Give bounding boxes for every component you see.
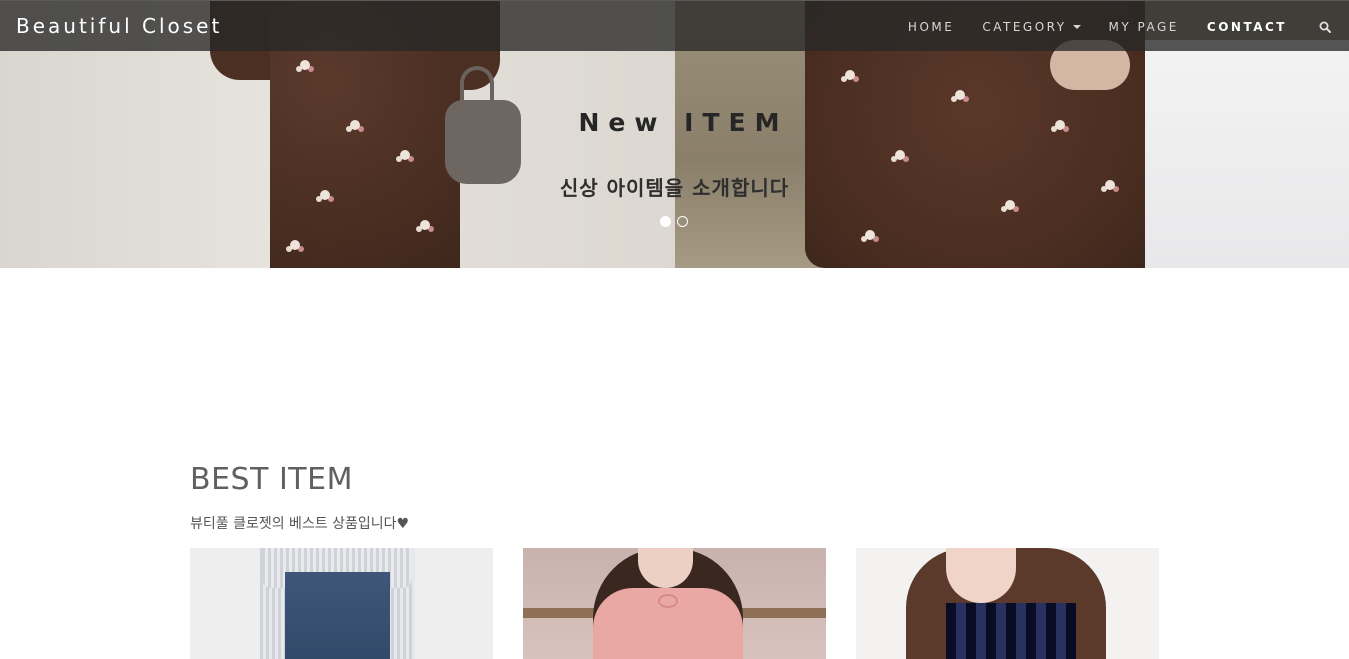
carousel-indicators <box>660 216 688 227</box>
product-card-pink-blouse[interactable] <box>523 548 826 659</box>
carousel-dot-1[interactable] <box>660 216 671 227</box>
best-item-subtitle-text: 뷰티풀 클로젯의 베스트 상품입니다 <box>190 516 397 532</box>
flower-pattern <box>300 60 310 70</box>
flower-pattern <box>845 70 855 80</box>
nav-my-page[interactable]: MY PAGE <box>1095 1 1193 52</box>
search-icon <box>1319 21 1331 33</box>
best-item-subtitle: 뷰티풀 클로젯의 베스트 상품입니다♥ <box>190 513 409 533</box>
best-item-title: BEST ITEM <box>190 462 353 497</box>
nav-category-label: CATEGORY <box>982 19 1067 34</box>
flower-pattern <box>895 150 905 160</box>
search-button[interactable] <box>1301 1 1349 52</box>
flower-pattern <box>955 90 965 100</box>
top-navbar: Beautiful Closet HOME CATEGORY MY PAGE C… <box>0 0 1349 51</box>
caret-down-icon <box>1072 24 1081 29</box>
hero-title: New ITEM <box>578 108 789 137</box>
flower-pattern <box>290 240 300 250</box>
product-card-jeans[interactable] <box>190 548 493 659</box>
nav-home[interactable]: HOME <box>894 1 968 52</box>
product-card-plaid-shirt[interactable] <box>856 548 1159 659</box>
nav-links: HOME CATEGORY MY PAGE CONTACT <box>894 1 1349 52</box>
nav-contact[interactable]: CONTACT <box>1193 1 1301 52</box>
hero-subtitle: 신상 아이템을 소개합니다 <box>559 176 790 200</box>
heart-icon: ♥ <box>396 516 410 532</box>
product-plaid-shirt <box>946 603 1076 659</box>
product-blouse-bow <box>658 594 678 608</box>
flower-pattern <box>865 230 875 240</box>
flower-pattern <box>1005 200 1015 210</box>
flower-pattern <box>400 150 410 160</box>
brand-logo[interactable]: Beautiful Closet <box>16 14 222 38</box>
carousel-dot-2[interactable] <box>677 216 688 227</box>
product-jeans <box>285 572 390 659</box>
nav-category-dropdown[interactable]: CATEGORY <box>968 1 1094 52</box>
flower-pattern <box>420 220 430 230</box>
